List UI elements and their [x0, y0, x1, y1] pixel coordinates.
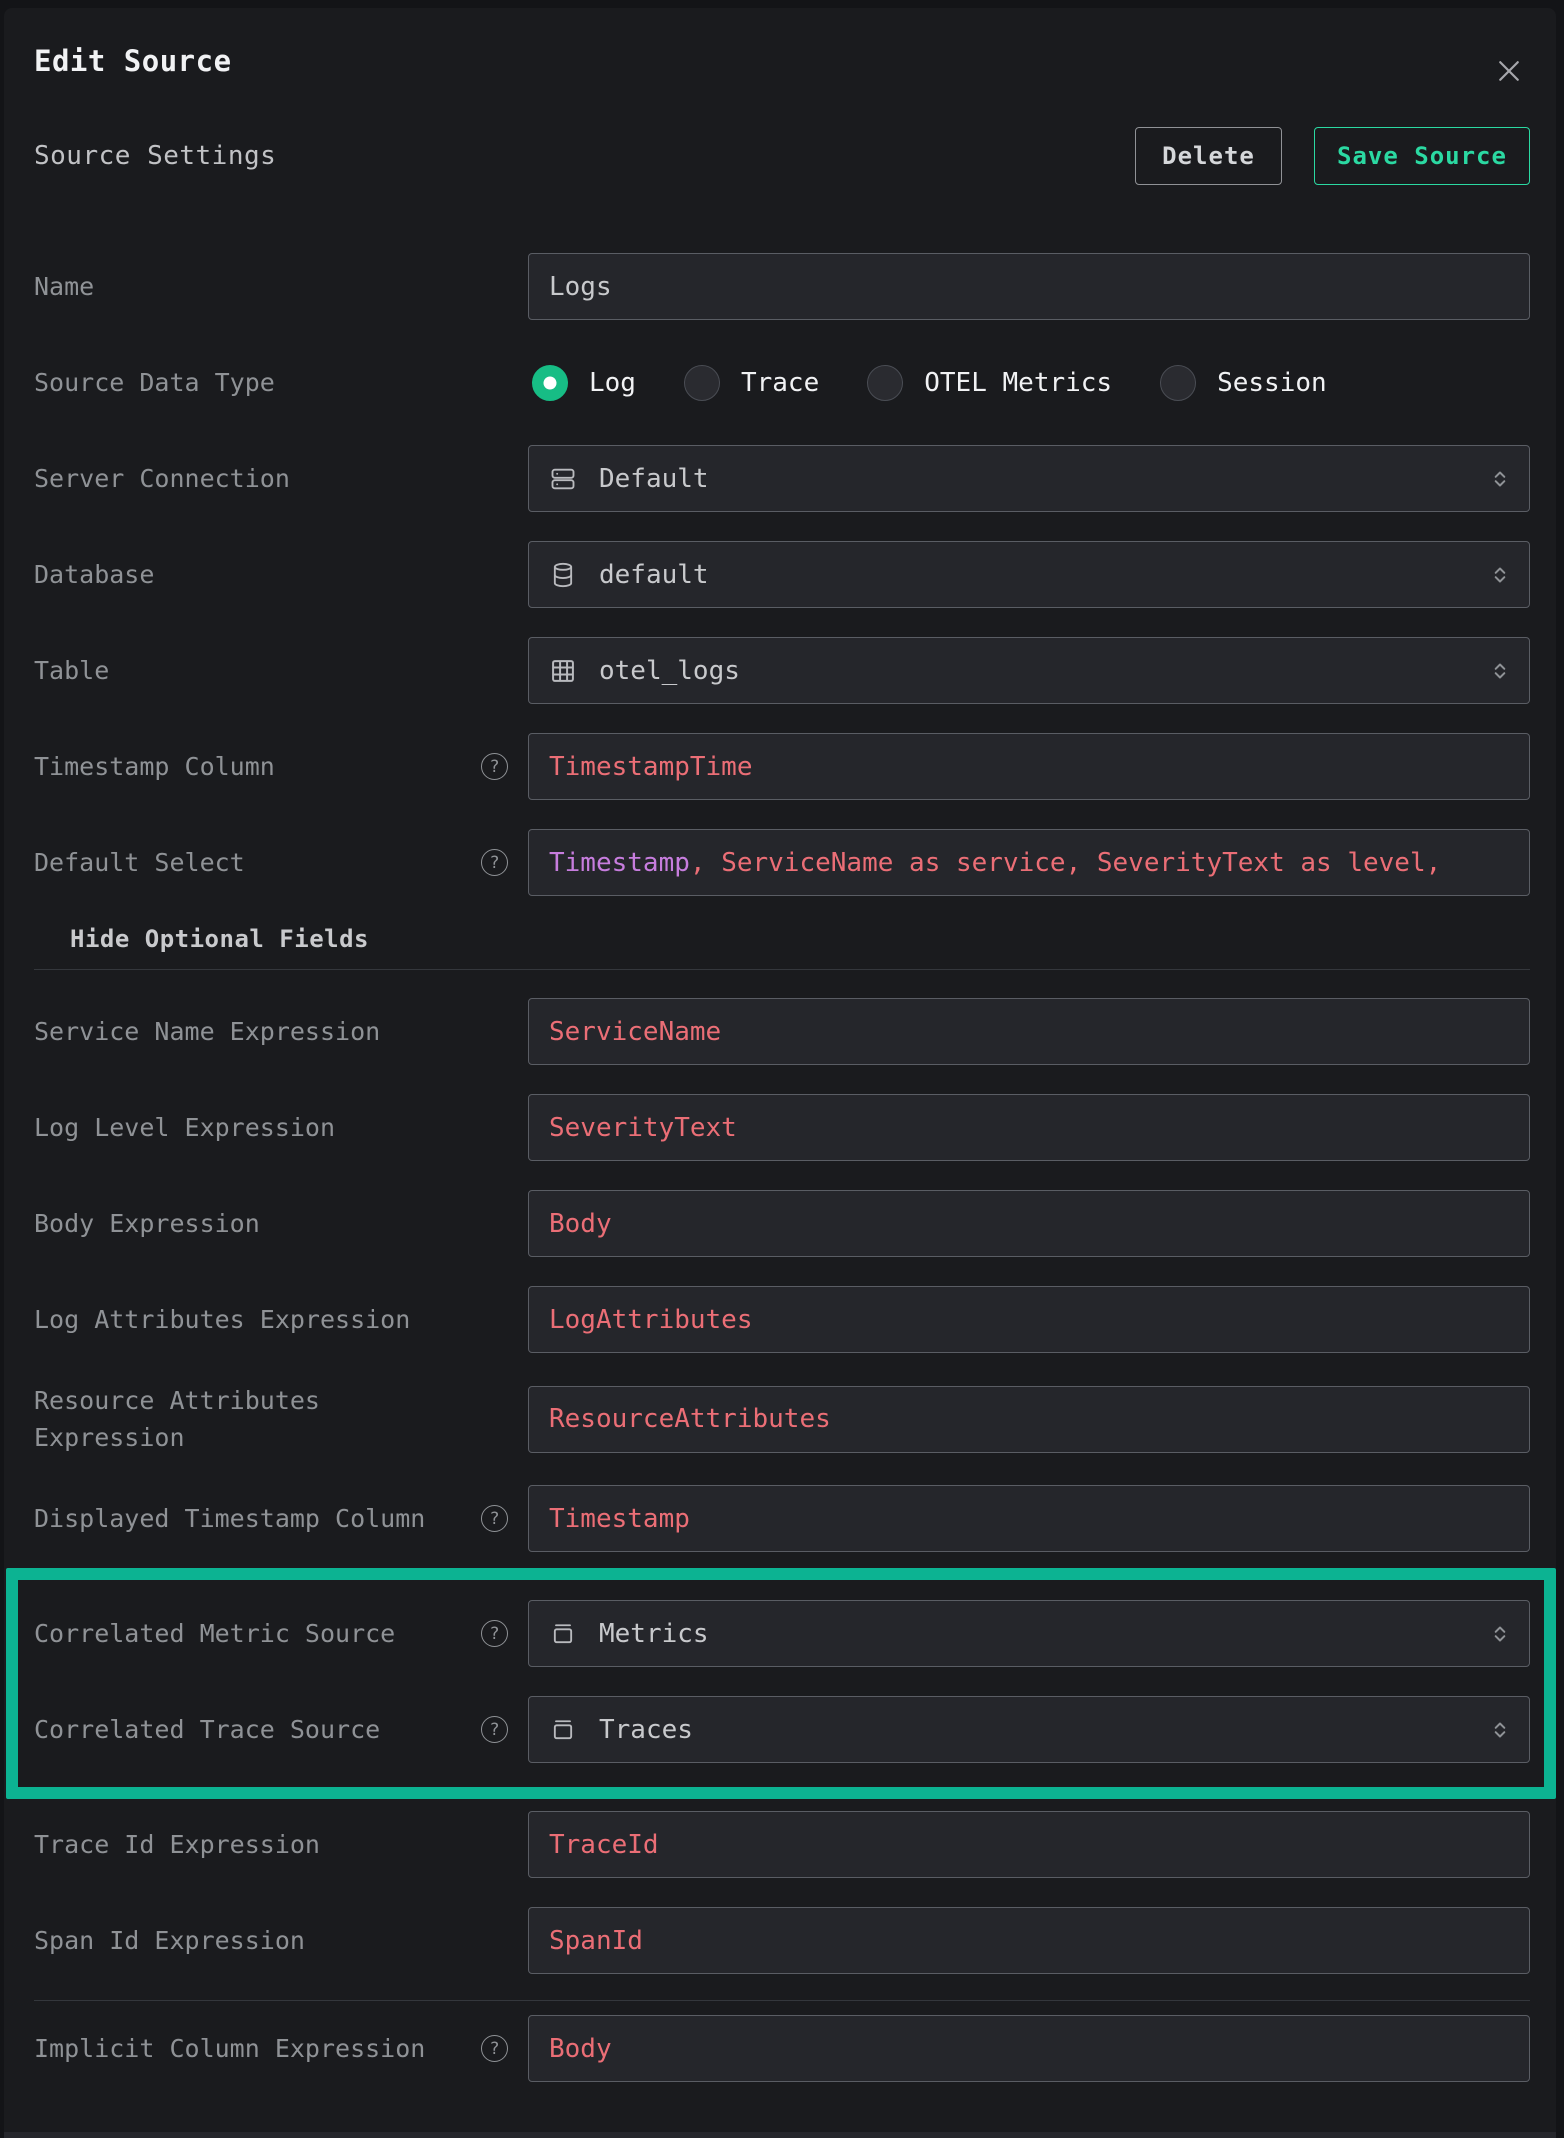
help-icon[interactable]: ? — [481, 753, 508, 780]
database-label: Database — [34, 558, 154, 592]
toolbar: Source Settings Delete Save Source — [34, 126, 1530, 186]
service-name-expression-input[interactable] — [528, 998, 1530, 1065]
row-database: Database default — [34, 541, 1530, 608]
help-icon[interactable]: ? — [481, 849, 508, 876]
x-icon — [1494, 56, 1524, 86]
highlight-annotation: Correlated Metric Source ? Metrics — [6, 1568, 1556, 1799]
server-icon — [549, 465, 577, 493]
delete-button[interactable]: Delete — [1135, 127, 1282, 185]
table-icon — [549, 657, 577, 685]
log-level-expression-input[interactable] — [528, 1094, 1530, 1161]
bottom-edge-divider — [4, 2132, 1556, 2138]
row-correlated-trace-source: Correlated Trace Source ? Traces — [34, 1696, 1530, 1763]
row-span-id-expression: Span Id Expression — [34, 1907, 1530, 1974]
body-expression-label: Body Expression — [34, 1207, 260, 1241]
source-data-type-radio-group: Log Trace OTEL Metrics Session — [528, 349, 1530, 416]
radio-selected-icon — [532, 365, 568, 401]
toolbar-buttons: Delete Save Source — [1135, 127, 1530, 185]
implicit-column-expression-input[interactable] — [528, 2015, 1530, 2082]
span-id-expression-input[interactable] — [528, 1907, 1530, 1974]
row-resource-attributes-expression: Resource Attributes Expression — [34, 1382, 1530, 1456]
edit-source-dialog: Edit Source Source Settings Delete Save … — [4, 8, 1556, 2138]
help-icon[interactable]: ? — [481, 1505, 508, 1532]
displayed-timestamp-column-label: Displayed Timestamp Column — [34, 1502, 425, 1536]
trace-id-expression-input[interactable] — [528, 1811, 1530, 1878]
row-trace-id-expression: Trace Id Expression — [34, 1811, 1530, 1878]
default-select-input[interactable]: Timestamp, ServiceName as service, Sever… — [528, 829, 1530, 896]
close-button[interactable] — [1492, 54, 1526, 88]
table-label: Table — [34, 654, 109, 688]
row-source-data-type: Source Data Type Log Trace OTEL Metrics — [34, 349, 1530, 416]
radio-unselected-icon — [684, 365, 720, 401]
log-level-expression-label: Log Level Expression — [34, 1111, 335, 1145]
row-server-connection: Server Connection Default — [34, 445, 1530, 512]
radio-unselected-icon — [867, 365, 903, 401]
service-name-expression-label: Service Name Expression — [34, 1015, 380, 1049]
name-input[interactable] — [528, 253, 1530, 320]
trace-id-expression-label: Trace Id Expression — [34, 1828, 320, 1862]
dialog-title: Edit Source — [34, 44, 1530, 78]
row-displayed-timestamp-column: Displayed Timestamp Column ? — [34, 1485, 1530, 1552]
source-data-type-label: Source Data Type — [34, 366, 275, 400]
row-implicit-column-expression: Implicit Column Expression ? — [34, 2015, 1530, 2082]
row-correlated-metric-source: Correlated Metric Source ? Metrics — [34, 1600, 1530, 1667]
chevron-up-down-icon — [1487, 466, 1513, 492]
row-name: Name — [34, 253, 1530, 320]
log-attributes-expression-input[interactable] — [528, 1286, 1530, 1353]
resource-attributes-expression-label: Resource Attributes Expression — [34, 1382, 434, 1456]
server-connection-select[interactable]: Default — [528, 445, 1530, 512]
database-icon — [549, 561, 577, 589]
save-source-button[interactable]: Save Source — [1314, 127, 1530, 185]
body-expression-input[interactable] — [528, 1190, 1530, 1257]
help-icon[interactable]: ? — [481, 2035, 508, 2062]
row-service-name-expression: Service Name Expression — [34, 998, 1530, 1065]
radio-option-otel-metrics[interactable]: OTEL Metrics — [867, 365, 1112, 401]
screenshot-stage: Edit Source Source Settings Delete Save … — [0, 0, 1564, 2138]
help-icon[interactable]: ? — [481, 1620, 508, 1647]
help-icon[interactable]: ? — [481, 1716, 508, 1743]
resource-attributes-expression-input[interactable] — [528, 1386, 1530, 1453]
server-connection-label: Server Connection — [34, 462, 290, 496]
archive-icon — [549, 1620, 577, 1648]
table-select[interactable]: otel_logs — [528, 637, 1530, 704]
database-select[interactable]: default — [528, 541, 1530, 608]
radio-option-trace[interactable]: Trace — [684, 365, 819, 401]
row-default-select: Default Select ? Timestamp, ServiceName … — [34, 829, 1530, 896]
row-body-expression: Body Expression — [34, 1190, 1530, 1257]
displayed-timestamp-column-input[interactable] — [528, 1485, 1530, 1552]
implicit-column-expression-label: Implicit Column Expression — [34, 2032, 425, 2066]
chevron-up-down-icon — [1487, 1717, 1513, 1743]
row-timestamp-column: Timestamp Column ? — [34, 733, 1530, 800]
chevron-up-down-icon — [1487, 658, 1513, 684]
correlated-trace-source-select[interactable]: Traces — [528, 1696, 1530, 1763]
chevron-up-down-icon — [1487, 562, 1513, 588]
row-table: Table otel_logs — [34, 637, 1530, 704]
span-id-expression-label: Span Id Expression — [34, 1924, 305, 1958]
correlated-metric-source-label: Correlated Metric Source — [34, 1617, 395, 1651]
radio-option-session[interactable]: Session — [1160, 365, 1327, 401]
section-title: Source Settings — [34, 141, 276, 171]
log-attributes-expression-label: Log Attributes Expression — [34, 1303, 410, 1337]
hide-optional-fields-toggle[interactable]: Hide Optional Fields — [70, 925, 1530, 953]
timestamp-column-input[interactable] — [528, 733, 1530, 800]
default-select-label: Default Select — [34, 846, 245, 880]
chevron-up-down-icon — [1487, 1621, 1513, 1647]
row-log-level-expression: Log Level Expression — [34, 1094, 1530, 1161]
archive-icon — [549, 1716, 577, 1744]
radio-option-log[interactable]: Log — [532, 365, 636, 401]
radio-unselected-icon — [1160, 365, 1196, 401]
timestamp-column-label: Timestamp Column — [34, 750, 275, 784]
name-label: Name — [34, 270, 94, 304]
row-log-attributes-expression: Log Attributes Expression — [34, 1286, 1530, 1353]
correlated-metric-source-select[interactable]: Metrics — [528, 1600, 1530, 1667]
correlated-trace-source-label: Correlated Trace Source — [34, 1713, 380, 1747]
